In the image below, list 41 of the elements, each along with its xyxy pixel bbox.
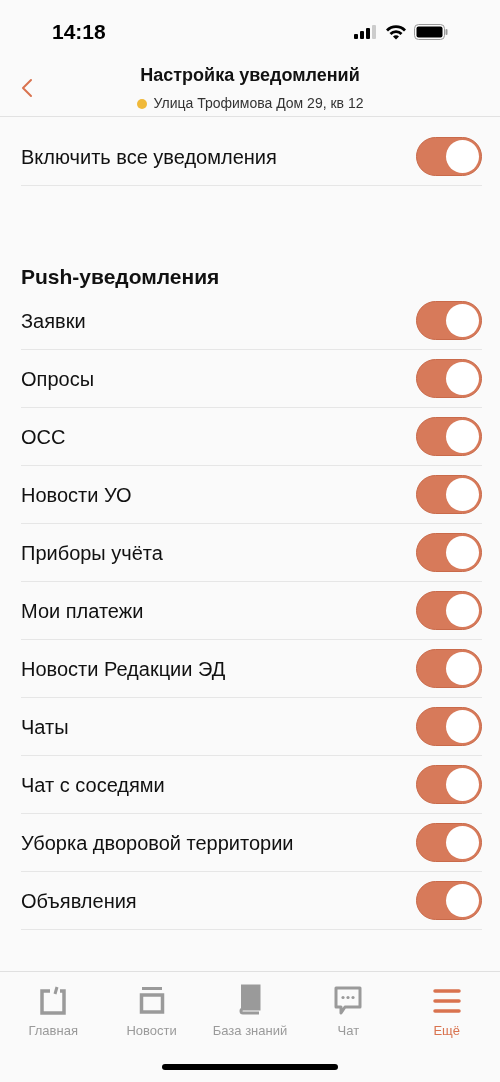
screen-title: Настройка уведомлений [140, 64, 360, 87]
setting-label: Чат с соседями [21, 772, 165, 798]
setting-label: Чаты [21, 714, 69, 740]
tab-bar-item[interactable]: Новости [105, 981, 198, 1041]
setting-label: Мои платежи [21, 598, 144, 624]
setting-label: Заявки [21, 308, 86, 334]
battery-icon [414, 24, 448, 40]
wifi-icon [385, 24, 407, 40]
toggle-switch[interactable] [416, 591, 482, 630]
back-icon [21, 78, 33, 98]
toggle-switch[interactable] [416, 417, 482, 456]
chat-icon [333, 985, 364, 1015]
toggle-switch[interactable] [416, 765, 482, 804]
toggle-switch[interactable] [416, 475, 482, 514]
tab-bar-item[interactable]: Главная [7, 981, 100, 1041]
toggle-switch[interactable] [416, 137, 482, 176]
toggle-switch[interactable] [416, 533, 482, 572]
setting-label: ОСС [21, 424, 66, 450]
tab-bar-item[interactable]: Чат [302, 981, 395, 1041]
tab-bar-item[interactable]: База знаний [203, 981, 296, 1041]
setting-label: Опросы [21, 366, 94, 392]
setting-label: Уборка дворовой территории [21, 830, 294, 856]
address-text: Улица Трофимова Дом 29, кв 12 [153, 94, 364, 113]
toggle-switch[interactable] [416, 707, 482, 746]
toggle-switch[interactable] [416, 649, 482, 688]
menu-icon [432, 987, 461, 1015]
tab-bar-item[interactable]: Ещё [400, 981, 493, 1041]
status-time: 14:18 [52, 19, 106, 46]
setting-label: Новости УО [21, 482, 132, 508]
setting-label: Включить все уведомления [21, 144, 277, 170]
setting-label: Новости Редакции ЭД [21, 656, 226, 682]
setting-label: Объявления [21, 888, 137, 914]
toggle-switch[interactable] [416, 301, 482, 340]
toggle-switch[interactable] [416, 359, 482, 398]
toggle-switch[interactable] [416, 823, 482, 862]
signal-icon [354, 25, 378, 39]
setting-label: Приборы учёта [21, 540, 163, 566]
toggle-switch[interactable] [416, 881, 482, 920]
section-title: Push-уведомления [21, 264, 221, 290]
frame-icon [39, 985, 68, 1015]
news-icon [138, 985, 165, 1015]
